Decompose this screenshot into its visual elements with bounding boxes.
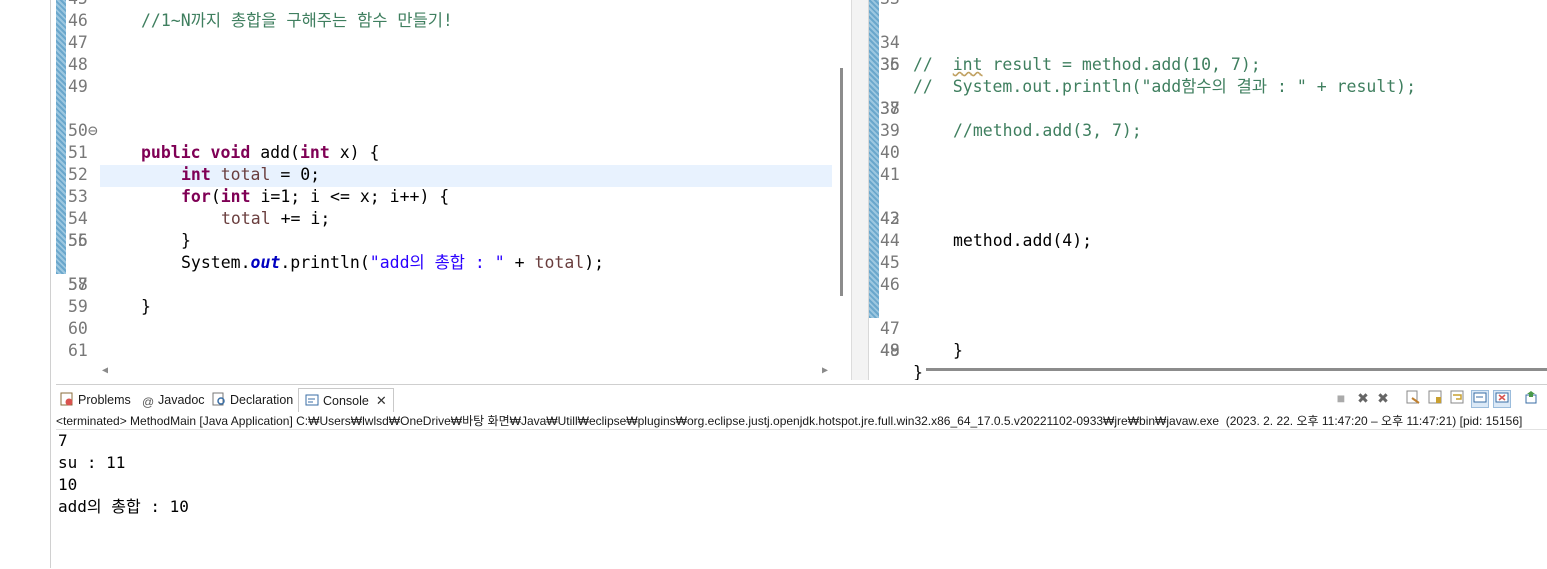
code-line: 34 // int result = method.add(10, 7); <box>869 10 1547 74</box>
problems-icon <box>60 392 74 406</box>
code-line: 41 <box>869 164 1547 186</box>
console-panel: Problems @ Javadoc Declaration Console ✕ ■… <box>56 384 1547 569</box>
remove-all-launches-icon[interactable]: ✖ <box>1375 390 1391 406</box>
clear-console-icon[interactable] <box>1405 390 1421 406</box>
code-line: 35 // System.out.println("add함수의 결과 : " … <box>869 32 1547 96</box>
code-line: 46 //1~N까지 총합을 구해주는 함수 만들기! <box>56 10 862 32</box>
vertical-scrollbar-left[interactable] <box>840 0 851 380</box>
code-line: 38 <box>869 98 1547 120</box>
tab-label: Declaration <box>230 393 294 407</box>
code-line: 57 } <box>56 252 862 316</box>
tab-label: Problems <box>78 393 131 407</box>
console-toolbar: ■ ✖ ✖ <box>1327 390 1547 410</box>
editor-right[interactable]: 33 34 // int result = method.add(10, 7);… <box>868 0 1547 380</box>
line-number: 45 <box>880 253 900 272</box>
tab-console[interactable]: Console ✕ <box>298 388 394 412</box>
horizontal-scrollbar-left[interactable]: ◀ ▶ <box>98 363 832 380</box>
line-number: 33 <box>880 0 900 10</box>
close-icon[interactable]: ✕ <box>376 393 387 408</box>
console-output-line: su : 11 <box>58 453 126 472</box>
code-line: 42 method.add(4); <box>869 186 1547 250</box>
code-line: 44 <box>869 230 1547 252</box>
scrollbar-thumb[interactable] <box>840 68 843 296</box>
line-number: 56 <box>68 231 88 250</box>
line-number: 49 <box>880 341 900 360</box>
code-line: 47 } <box>869 296 1547 360</box>
console-output-line: 10 <box>58 475 78 494</box>
line-number: 46 <box>68 11 88 30</box>
line-number: 39 <box>880 121 900 140</box>
code-line: 55 System.out.println("add의 총합 : " + tot… <box>56 208 862 272</box>
code-line: 58 <box>56 274 862 296</box>
code-line: 39 <box>869 120 1547 142</box>
line-number: 44 <box>880 231 900 250</box>
line-number: 41 <box>880 165 900 184</box>
line-number: 49 <box>68 77 88 96</box>
line-number: 48 <box>68 55 88 74</box>
word-wrap-icon[interactable] <box>1449 390 1465 406</box>
code-line: 49 <box>56 76 862 98</box>
editor-split-gap <box>851 0 869 380</box>
declaration-icon <box>212 392 226 406</box>
scroll-left-arrow-icon[interactable]: ◀ <box>102 365 108 376</box>
line-number: 40 <box>880 143 900 162</box>
console-output-line: 7 <box>58 431 68 450</box>
code-line: 45 <box>56 0 862 10</box>
code-line: 33 <box>869 0 1547 10</box>
code-line: 53 total += i; <box>56 164 862 228</box>
left-side-strip <box>0 0 51 568</box>
code-line: 60 <box>56 318 862 340</box>
code-line: 45 <box>869 252 1547 274</box>
terminate-icon[interactable]: ■ <box>1333 390 1349 406</box>
code-line: 61 <box>56 340 862 362</box>
code-line: 37 //method.add(3, 7); <box>869 76 1547 140</box>
tab-declaration[interactable]: Declaration <box>212 390 293 410</box>
console-icon <box>305 392 319 406</box>
scroll-right-arrow-icon[interactable]: ▶ <box>822 365 828 376</box>
code-line: 54 } <box>56 186 862 250</box>
console-output-line: add의 총합 : 10 <box>58 497 189 516</box>
line-number: 38 <box>880 99 900 118</box>
line-number: 45 <box>68 0 88 10</box>
show-on-output-icon[interactable] <box>1471 390 1489 408</box>
scroll-lock-icon[interactable] <box>1427 390 1443 406</box>
code-line: 50⊖ public void add(int x) { <box>56 98 862 162</box>
remove-launch-icon[interactable]: ✖ <box>1355 390 1371 406</box>
terminated-status-line: <terminated> MethodMain [Java Applicatio… <box>56 413 1547 430</box>
line-number: 43 <box>880 209 900 228</box>
line-number: 46 <box>880 275 900 294</box>
pin-console-icon[interactable] <box>1523 390 1539 406</box>
code-line: 46 <box>869 274 1547 296</box>
code-comment: //1~N까지 총합을 구해주는 함수 만들기! <box>141 11 453 30</box>
show-on-error-icon[interactable] <box>1493 390 1511 408</box>
tab-label: Console <box>323 394 369 408</box>
code-line: 59 <box>56 296 862 318</box>
tab-problems[interactable]: Problems <box>60 390 131 410</box>
tab-javadoc[interactable]: @ Javadoc <box>142 390 205 410</box>
line-number: 59 <box>68 297 88 316</box>
code-line: 56 <box>56 230 862 252</box>
code-line: 51 int total = 0; <box>56 120 862 184</box>
line-number: 36 <box>880 55 900 74</box>
code-line: 40 <box>869 142 1547 164</box>
code-line: 36 <box>869 54 1547 76</box>
code-line: 43 <box>869 208 1547 230</box>
line-number: 47 <box>68 33 88 52</box>
code-line: 48 } <box>869 318 1547 380</box>
line-number: 58 <box>68 275 88 294</box>
tab-label: Javadoc <box>158 393 205 407</box>
code-text: } <box>913 363 923 380</box>
code-line: 52 for(int i=1; i <= x; i++) { <box>56 142 862 206</box>
at-sign-icon: @ <box>142 395 155 409</box>
code-line: 48 <box>56 54 862 76</box>
line-number: 61 <box>68 341 88 360</box>
horizontal-scrollbar-right[interactable] <box>926 368 1547 371</box>
editor-left[interactable]: 45 46 //1~N까지 총합을 구해주는 함수 만들기! 47 48 49 5… <box>56 0 862 380</box>
code-line: 49 <box>869 340 1547 362</box>
code-line: 47 <box>56 32 862 54</box>
view-tabs: Problems @ Javadoc Declaration Console ✕ ■… <box>56 385 1547 413</box>
line-number: 60 <box>68 319 88 338</box>
